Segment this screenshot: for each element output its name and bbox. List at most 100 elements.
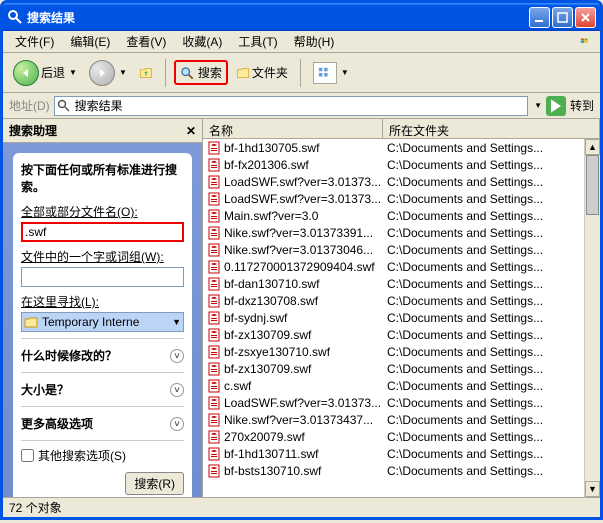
file-row[interactable]: LoadSWF.swf?ver=3.01373...C:\Documents a… xyxy=(203,173,584,190)
sidebar-title: 搜索助理 xyxy=(9,122,57,139)
word-input[interactable] xyxy=(21,267,184,287)
lookin-select[interactable]: Temporary Interne ▼ xyxy=(21,312,184,332)
file-path: C:\Documents and Settings... xyxy=(387,345,584,359)
menu-edit[interactable]: 编辑(E) xyxy=(62,31,118,52)
search-results-icon xyxy=(7,9,23,25)
menu-file[interactable]: 文件(F) xyxy=(7,31,62,52)
file-name: 0.1172700013729094­04.swf xyxy=(224,260,387,274)
chevron-down-icon: ˅ xyxy=(170,417,184,431)
close-button[interactable] xyxy=(575,7,596,28)
windows-logo-icon xyxy=(572,33,596,51)
file-row[interactable]: Main.swf?ver=3.0C:\Documents and Setting… xyxy=(203,207,584,224)
forward-button[interactable]: ▼ xyxy=(85,58,131,88)
file-name: bf-zsxye130710.swf xyxy=(224,345,387,359)
file-row[interactable]: c.swfC:\Documents and Settings... xyxy=(203,377,584,394)
file-name: LoadSWF.swf?ver=3.01373... xyxy=(224,175,387,189)
go-button[interactable] xyxy=(546,96,566,116)
sidebar-close-icon[interactable]: ✕ xyxy=(186,124,196,138)
file-row[interactable]: bf-1hd130705.swfC:\Documents and Setting… xyxy=(203,139,584,156)
when-modified-expand[interactable]: 什么时候修改的？ ˅ xyxy=(21,345,184,366)
file-row[interactable]: bf-bsts130710.swfC:\Documents and Settin… xyxy=(203,462,584,479)
back-button[interactable]: 后退 ▼ xyxy=(9,58,81,88)
file-row[interactable]: 0.1172700013729094­04.swfC:\Documents an… xyxy=(203,258,584,275)
folder-icon xyxy=(24,316,38,328)
file-path: C:\Documents and Settings... xyxy=(387,209,584,223)
other-options-checkbox[interactable] xyxy=(21,449,34,462)
size-expand[interactable]: 大小是？ ˅ xyxy=(21,379,184,400)
file-row[interactable]: Nike.swf?ver=3.01373046...C:\Documents a… xyxy=(203,241,584,258)
file-name: Nike.swf?ver=3.01373437... xyxy=(224,413,387,427)
file-name: bf-zx130709.swf xyxy=(224,328,387,342)
address-value: 搜索结果 xyxy=(75,97,123,114)
folders-button[interactable]: 文件夹 xyxy=(232,62,292,83)
up-button[interactable] xyxy=(135,64,157,82)
file-row[interactable]: bf-zsxye130710.swfC:\Documents and Setti… xyxy=(203,343,584,360)
file-row[interactable]: bf-dan130710.swfC:\Documents and Setting… xyxy=(203,275,584,292)
file-path: C:\Documents and Settings... xyxy=(387,175,584,189)
toolbar: 后退 ▼ ▼ 搜索 文件夹 ▼ xyxy=(3,53,600,93)
forward-dropdown-icon[interactable]: ▼ xyxy=(119,68,127,77)
search-toolbar-button[interactable]: 搜索 xyxy=(174,60,228,85)
file-name: Nike.swf?ver=3.01373046... xyxy=(224,243,387,257)
file-row[interactable]: 270x20079.swfC:\Documents and Settings..… xyxy=(203,428,584,445)
filename-input[interactable] xyxy=(21,222,184,242)
scroll-up-icon[interactable]: ▲ xyxy=(585,139,600,155)
address-dropdown-icon[interactable]: ▼ xyxy=(534,101,542,110)
chevron-down-icon: ˅ xyxy=(170,383,184,397)
search-heading: 按下面任何或所有标准进行搜索。 xyxy=(21,161,184,195)
file-path: C:\Documents and Settings... xyxy=(387,294,584,308)
statusbar: 72 个对象 xyxy=(3,497,600,517)
column-name[interactable]: 名称 xyxy=(203,119,383,138)
file-path: C:\Documents and Settings... xyxy=(387,328,584,342)
address-icon xyxy=(57,99,71,113)
address-bar: 地址(D) 搜索结果 ▼ 转到 xyxy=(3,93,600,119)
menu-help[interactable]: 帮助(H) xyxy=(286,31,343,52)
more-options-expand[interactable]: 更多高级选项 ˅ xyxy=(21,413,184,434)
file-list: bf-1hd130705.swfC:\Documents and Setting… xyxy=(203,139,584,479)
menu-tools[interactable]: 工具(T) xyxy=(230,31,285,52)
titlebar[interactable]: 搜索结果 xyxy=(3,3,600,31)
search-button[interactable]: 搜索(R) xyxy=(125,472,184,495)
file-row[interactable]: bf-zx130709.swfC:\Documents and Settings… xyxy=(203,360,584,377)
folders-icon xyxy=(236,66,250,80)
file-row[interactable]: bf-sydnj.swfC:\Documents and Settings... xyxy=(203,309,584,326)
file-name: Main.swf?ver=3.0 xyxy=(224,209,387,223)
file-row[interactable]: LoadSWF.swf?ver=3.01373...C:\Documents a… xyxy=(203,394,584,411)
file-name: bf-1hd130711.swf xyxy=(224,447,387,461)
chevron-down-icon: ˅ xyxy=(170,349,184,363)
back-label: 后退 xyxy=(41,64,65,81)
views-button[interactable]: ▼ xyxy=(309,60,353,86)
file-name: bf-sydnj.swf xyxy=(224,311,387,325)
menu-favorites[interactable]: 收藏(A) xyxy=(174,31,230,52)
file-name: bf-dxz130708.swf xyxy=(224,294,387,308)
file-row[interactable]: LoadSWF.swf?ver=3.01373...C:\Documents a… xyxy=(203,190,584,207)
file-path: C:\Documents and Settings... xyxy=(387,379,584,393)
column-headers: 名称 所在文件夹 xyxy=(203,119,600,139)
back-dropdown-icon[interactable]: ▼ xyxy=(69,68,77,77)
file-name: bf-fx201306.swf xyxy=(224,158,387,172)
file-path: C:\Documents and Settings... xyxy=(387,141,584,155)
file-row[interactable]: Nike.swf?ver=3.01373437...C:\Documents a… xyxy=(203,411,584,428)
minimize-button[interactable] xyxy=(529,7,550,28)
file-path: C:\Documents and Settings... xyxy=(387,311,584,325)
scroll-thumb[interactable] xyxy=(586,155,599,215)
file-name: LoadSWF.swf?ver=3.01373... xyxy=(224,192,387,206)
file-path: C:\Documents and Settings... xyxy=(387,260,584,274)
lookin-label: 在这里寻找(L): xyxy=(21,293,184,310)
file-row[interactable]: bf-zx130709.swfC:\Documents and Settings… xyxy=(203,326,584,343)
file-row[interactable]: bf-1hd130711.swfC:\Documents and Setting… xyxy=(203,445,584,462)
scroll-down-icon[interactable]: ▼ xyxy=(585,481,600,497)
word-label: 文件中的一个字或词组(W): xyxy=(21,248,184,265)
file-name: bf-bsts130710.swf xyxy=(224,464,387,478)
vertical-scrollbar[interactable]: ▲ ▼ xyxy=(584,139,600,497)
other-options-label: 其他搜索选项(S) xyxy=(38,447,126,464)
address-input[interactable]: 搜索结果 xyxy=(54,96,528,116)
menu-view[interactable]: 查看(V) xyxy=(118,31,174,52)
file-row[interactable]: bf-fx201306.swfC:\Documents and Settings… xyxy=(203,156,584,173)
magnify-icon xyxy=(180,66,194,80)
column-folder[interactable]: 所在文件夹 xyxy=(383,119,600,138)
maximize-button[interactable] xyxy=(552,7,573,28)
file-path: C:\Documents and Settings... xyxy=(387,447,584,461)
file-row[interactable]: Nike.swf?ver=3.01373391...C:\Documents a… xyxy=(203,224,584,241)
file-row[interactable]: bf-dxz130708.swfC:\Documents and Setting… xyxy=(203,292,584,309)
